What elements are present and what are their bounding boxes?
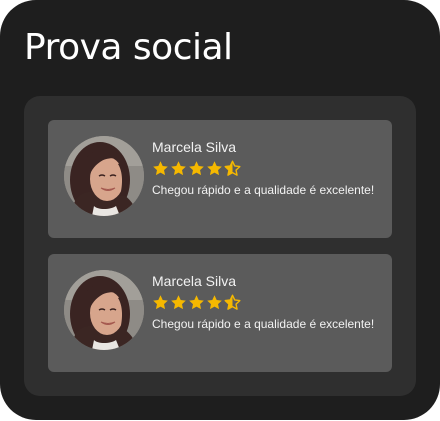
avatar-photo — [64, 136, 144, 216]
star-icon — [206, 160, 223, 177]
star-icon — [152, 160, 169, 177]
star-icon — [188, 160, 205, 177]
star-icon — [206, 294, 223, 311]
testimonial-card: Marcela Silva Chegou rápido e a qualidad… — [48, 120, 392, 238]
review-text: Chegou rápido e a qualidade é excelente! — [152, 317, 375, 331]
reviewer-name: Marcela Silva — [152, 139, 237, 155]
avatar-photo — [64, 270, 144, 350]
avatar — [64, 270, 144, 350]
social-proof-widget: Prova social Marcela Silva Chegou rápido… — [0, 0, 440, 420]
star-rating — [152, 160, 241, 180]
review-text: Chegou rápido e a qualidade é excelente! — [152, 183, 375, 197]
star-icon — [188, 294, 205, 311]
star-half-icon — [224, 294, 241, 311]
star-rating — [152, 294, 241, 314]
testimonial-card: Marcela Silva Chegou rápido e a qualidad… — [48, 254, 392, 372]
star-icon — [152, 294, 169, 311]
star-half-icon — [224, 160, 241, 177]
testimonials-panel: Marcela Silva Chegou rápido e a qualidad… — [24, 96, 416, 396]
star-icon — [170, 294, 187, 311]
avatar — [64, 136, 144, 216]
star-icon — [170, 160, 187, 177]
reviewer-name: Marcela Silva — [152, 273, 237, 289]
widget-title: Prova social — [24, 27, 233, 68]
